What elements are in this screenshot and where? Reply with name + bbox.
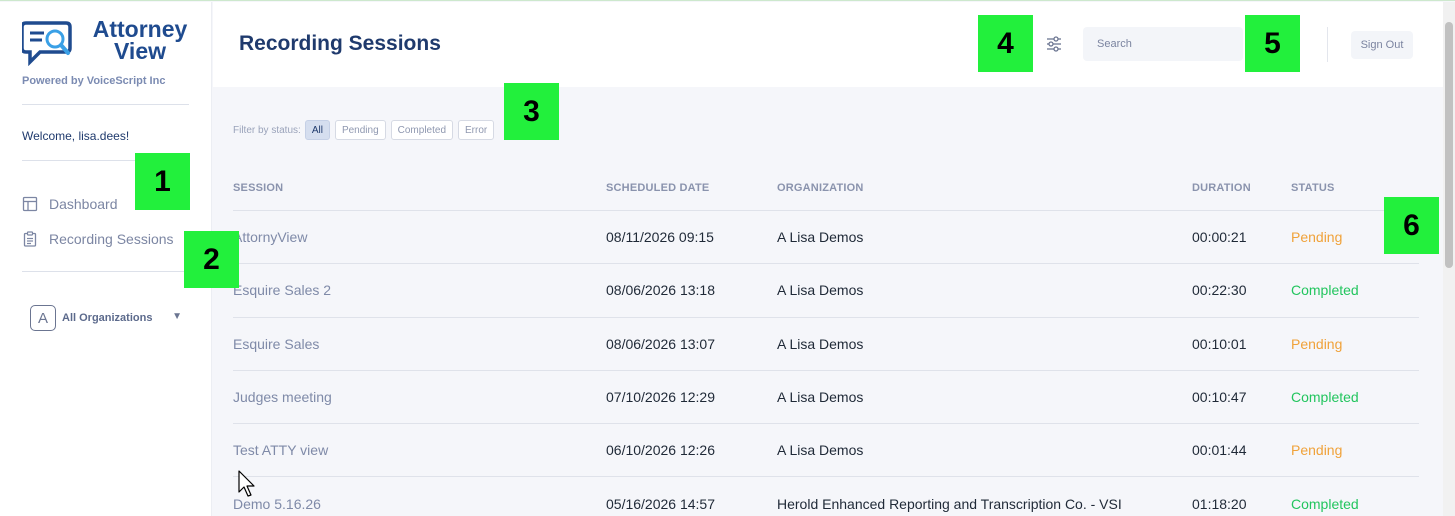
sidebar-item-recording-sessions[interactable]: Recording Sessions xyxy=(22,228,174,250)
filter-chip-pending[interactable]: Pending xyxy=(334,120,386,140)
welcome-text: Welcome, lisa.dees! xyxy=(22,129,130,143)
session-link[interactable]: Demo 5.16.26 xyxy=(233,496,606,512)
scheduled-date: 07/10/2026 12:29 xyxy=(606,389,715,406)
vertical-scrollbar[interactable] xyxy=(1443,2,1455,516)
sidebar-item-label: Dashboard xyxy=(49,196,118,212)
column-header-organization[interactable]: ORGANIZATION xyxy=(777,182,1192,194)
marker-5: 5 xyxy=(1245,15,1300,72)
filter-chip-all[interactable]: All xyxy=(304,120,330,140)
organization-name: A Lisa Demos xyxy=(777,335,864,352)
dashboard-icon xyxy=(22,196,38,212)
chevron-down-icon: ▼ xyxy=(172,311,182,322)
powered-by: Powered by VoiceScript Inc xyxy=(22,75,166,87)
table-row[interactable]: Esquire Sales 08/06/2026 13:07 A Lisa De… xyxy=(233,318,1419,371)
scheduled-date: 05/16/2026 14:57 xyxy=(606,495,715,512)
clipboard-icon xyxy=(23,231,37,247)
organization-name: Herold Enhanced Reporting and Transcript… xyxy=(777,495,1122,512)
session-link[interactable]: Judges meeting xyxy=(233,389,606,405)
status-badge: Pending xyxy=(1291,442,1343,459)
status-badge: Completed xyxy=(1291,389,1359,406)
status-badge: Completed xyxy=(1291,282,1359,299)
session-link[interactable]: Esquire Sales 2 xyxy=(233,282,606,298)
marker-1: 1 xyxy=(135,153,190,210)
sign-out-button[interactable]: Sign Out xyxy=(1351,31,1413,59)
status-badge: Pending xyxy=(1291,335,1343,352)
session-link[interactable]: Test ATTY view xyxy=(233,442,606,458)
scrollbar-thumb[interactable] xyxy=(1445,22,1453,268)
chat-search-icon xyxy=(22,21,72,66)
search-input[interactable] xyxy=(1083,27,1243,61)
duration: 00:10:47 xyxy=(1192,389,1247,406)
duration: 01:18:20 xyxy=(1192,495,1247,512)
organization-selector[interactable]: A All Organizations ▼ xyxy=(30,304,182,332)
duration: 00:00:21 xyxy=(1192,229,1247,246)
organization-name: A Lisa Demos xyxy=(777,282,864,299)
table-row[interactable]: Test ATTY view 06/10/2026 12:26 A Lisa D… xyxy=(233,424,1419,478)
column-header-scheduled-date[interactable]: SCHEDULED DATE xyxy=(606,182,777,194)
duration: 00:01:44 xyxy=(1192,442,1247,459)
marker-3: 3 xyxy=(504,83,559,140)
sliders-icon[interactable] xyxy=(1045,35,1063,53)
page-title: Recording Sessions xyxy=(239,32,441,55)
sidebar: Attorney View Powered by VoiceScript Inc… xyxy=(0,2,212,516)
organization-name: A Lisa Demos xyxy=(777,442,864,459)
organization-name: A Lisa Demos xyxy=(777,389,864,406)
logo-text: Attorney View xyxy=(92,16,188,64)
filter-chip-completed[interactable]: Completed xyxy=(390,120,453,140)
scheduled-date: 08/06/2026 13:07 xyxy=(606,335,715,352)
column-header-duration[interactable]: DURATION xyxy=(1192,182,1291,194)
duration: 00:22:30 xyxy=(1192,282,1247,299)
scheduled-date: 06/10/2026 12:26 xyxy=(606,442,715,459)
filter-label: Filter by status: xyxy=(233,124,301,136)
divider xyxy=(22,104,189,105)
session-link[interactable]: AttornyView xyxy=(233,229,606,245)
org-avatar: A xyxy=(30,305,56,331)
marker-4: 4 xyxy=(978,15,1033,72)
column-header-session[interactable]: SESSION xyxy=(233,182,606,194)
status-badge: Completed xyxy=(1291,495,1359,512)
table-row[interactable]: Esquire Sales 2 08/06/2026 13:18 A Lisa … xyxy=(233,264,1419,318)
logo[interactable]: Attorney View xyxy=(22,18,197,68)
sidebar-item-label: Recording Sessions xyxy=(49,231,174,247)
header-divider xyxy=(1327,27,1328,62)
organization-name: A Lisa Demos xyxy=(777,229,864,246)
org-selector-label: All Organizations xyxy=(62,312,153,324)
duration: 00:10:01 xyxy=(1192,335,1247,352)
marker-2: 2 xyxy=(184,231,239,288)
status-filter-bar: Filter by status: All Pending Completed … xyxy=(233,120,499,140)
marker-6: 6 xyxy=(1384,197,1439,254)
sidebar-item-dashboard[interactable]: Dashboard xyxy=(22,193,118,215)
filter-chip-error[interactable]: Error xyxy=(458,120,495,140)
session-link[interactable]: Esquire Sales xyxy=(233,336,606,352)
table-row[interactable]: Demo 5.16.26 05/16/2026 14:57 Herold Enh… xyxy=(233,477,1419,516)
table-row[interactable]: Judges meeting 07/10/2026 12:29 A Lisa D… xyxy=(233,371,1419,425)
sessions-table: SESSION SCHEDULED DATE ORGANIZATION DURA… xyxy=(233,166,1419,516)
divider xyxy=(22,271,189,272)
column-header-status[interactable]: STATUS xyxy=(1291,182,1419,194)
table-header: SESSION SCHEDULED DATE ORGANIZATION DURA… xyxy=(233,166,1419,211)
table-row[interactable]: AttornyView 08/11/2026 09:15 A Lisa Demo… xyxy=(233,211,1419,265)
scheduled-date: 08/11/2026 09:15 xyxy=(606,229,714,246)
mouse-cursor-icon xyxy=(238,470,255,497)
scheduled-date: 08/06/2026 13:18 xyxy=(606,282,715,299)
